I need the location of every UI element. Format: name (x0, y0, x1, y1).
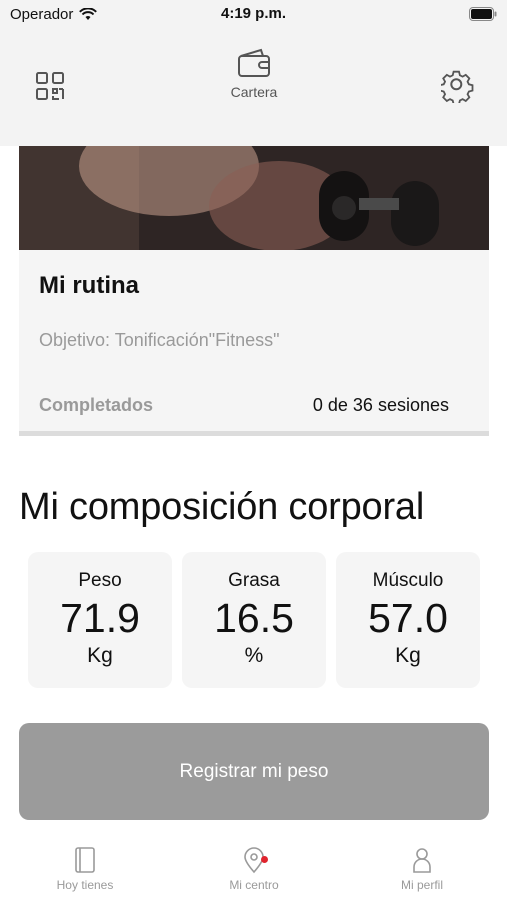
tab-label: Mi centro (229, 878, 279, 892)
tab-mi-centro[interactable]: Mi centro (194, 846, 314, 892)
metric-label: Grasa (228, 570, 280, 591)
qr-code-button[interactable] (34, 70, 66, 102)
metric-label: Peso (78, 570, 122, 591)
wallet-label: Cartera (230, 84, 278, 100)
routine-goal: Objetivo: Tonificación"Fitness" (39, 330, 280, 350)
app-screen: Mi rutina Objetivo: Tonificación"Fitness… (0, 0, 507, 900)
body-composition-title: Mi composición corporal (19, 486, 425, 528)
metric-unit: % (244, 644, 264, 667)
metric-value: 16.5 (214, 595, 294, 641)
metric-label: Músculo (372, 570, 444, 591)
notification-badge (261, 856, 268, 863)
book-icon (75, 847, 95, 873)
weight-card[interactable]: Peso 71.9 Kg (28, 552, 172, 688)
tab-bar: Hoy tienes Mi centro Mi perfil (0, 840, 507, 900)
metric-value: 57.0 (368, 595, 448, 641)
metric-unit: Kg (87, 644, 113, 667)
settings-button[interactable] (439, 69, 475, 106)
person-icon (413, 848, 431, 873)
metric-value: 71.9 (60, 595, 140, 641)
completed-value: 0 de 36 sesiones (312, 395, 449, 415)
fat-card[interactable]: Grasa 16.5 % (182, 552, 326, 688)
routine-card[interactable]: Mi rutina Objetivo: Tonificación"Fitness… (19, 146, 489, 436)
tab-hoy-tienes[interactable]: Hoy tienes (25, 846, 145, 892)
routine-title: Mi rutina (39, 272, 139, 299)
wallet-button[interactable]: Cartera (213, 48, 295, 110)
register-weight-button[interactable]: Registrar mi peso (19, 723, 489, 820)
battery-icon (469, 7, 497, 21)
wallet-icon (238, 48, 270, 77)
card-divider (19, 431, 489, 436)
routine-photo (19, 146, 489, 250)
qr-code-icon (36, 72, 64, 100)
tab-mi-perfil[interactable]: Mi perfil (362, 846, 482, 892)
clock: 4:19 p.m. (220, 5, 287, 22)
tab-label: Hoy tienes (56, 878, 114, 892)
gear-icon (439, 70, 474, 106)
tab-label: Mi perfil (400, 878, 443, 892)
status-bar: Operador 4:19 p.m. (0, 0, 507, 30)
muscle-card[interactable]: Músculo 57.0 Kg (336, 552, 480, 688)
metric-unit: Kg (395, 644, 421, 667)
completed-label: Completados (39, 395, 154, 415)
